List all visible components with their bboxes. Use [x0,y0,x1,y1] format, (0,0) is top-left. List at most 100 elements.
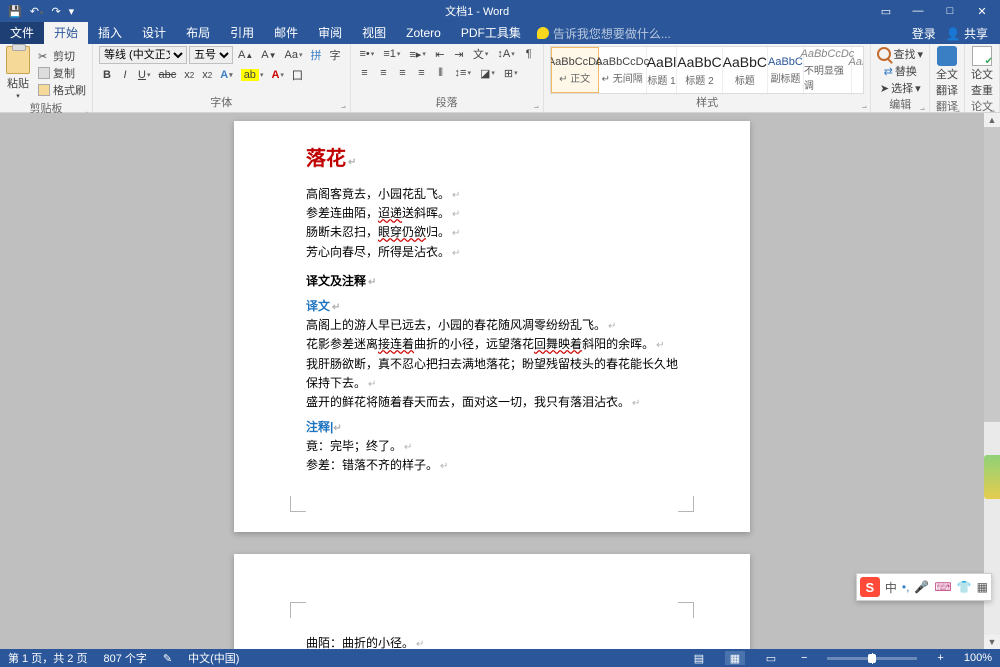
justify-button[interactable]: ≡ [414,65,430,81]
tab-file[interactable]: 文件 [0,22,44,44]
qat-more-icon[interactable]: ▾ [69,5,75,18]
plagiarism-button[interactable]: ✔ 论文 查重 [971,46,993,98]
vertical-scrollbar[interactable]: ▲ ▼ [984,113,1000,649]
underline-button[interactable]: U [135,67,153,83]
bullets-button[interactable]: ≡• [357,46,378,62]
find-button[interactable]: 查找 ▾ [877,46,923,62]
cut-button[interactable]: ✂剪切 [38,48,86,64]
scroll-up-icon[interactable]: ▲ [984,113,1000,127]
style-item[interactable]: AaBbCcDc↵ 无间隔 [599,47,647,93]
tab-view[interactable]: 视图 [352,22,396,44]
ime-toolbar[interactable]: S 中 •, 🎤 ⌨ 👕 ▦ [856,573,992,601]
style-item[interactable]: AaBbC标题 2 [677,47,722,93]
document-check-icon: ✔ [972,46,992,66]
word-count[interactable]: 807 个字 [103,650,146,666]
close-icon[interactable]: ✕ [968,5,996,18]
style-item[interactable]: AaBbCcDc不明显强调 [804,47,852,93]
strike-button[interactable]: abc [155,67,179,83]
translate-button[interactable]: 全文 翻译 [936,46,958,98]
page-indicator[interactable]: 第 1 页，共 2 页 [8,650,87,666]
side-widget[interactable] [984,455,1000,499]
format-painter-button[interactable]: 格式刷 [38,82,86,98]
sort-button[interactable]: ↕A [494,46,517,62]
read-mode-button[interactable]: ▤ [689,651,709,665]
tab-zotero[interactable]: Zotero [396,22,451,44]
style-item[interactable]: AaBbC标题 [723,47,768,93]
tab-pdftools[interactable]: PDF工具集 [451,22,531,44]
enclose-char-button[interactable]: 字 [327,47,344,63]
ime-punct-toggle[interactable]: •, [902,580,910,594]
align-right-button[interactable]: ≡ [395,65,411,81]
document-area[interactable]: 落花 高阁客竟去，小园花乱飞。参差连曲陌，迢递送斜晖。肠断未忍扫，眼穿仍欲归。芳… [0,113,984,649]
signin-link[interactable]: 登录 [912,25,936,42]
style-gallery[interactable]: AaBbCcDc↵ 正文AaBbCcDc↵ 无间隔AaBl标题 1AaBbC标题… [550,46,865,94]
font-name-select[interactable]: 等线 (中文正文 [99,46,187,64]
scroll-down-icon[interactable]: ▼ [984,635,1000,649]
font-color-button[interactable]: A [268,67,286,83]
copy-button[interactable]: 复制 [38,65,86,81]
tab-mailings[interactable]: 邮件 [264,22,308,44]
asian-layout-button[interactable]: 文 [470,46,492,62]
sogou-logo-icon[interactable]: S [860,577,880,597]
ime-voice-icon[interactable]: 🎤 [914,580,929,594]
tab-insert[interactable]: 插入 [88,22,132,44]
web-layout-button[interactable]: ▭ [761,651,781,665]
bold-button[interactable]: B [99,67,115,83]
maximize-icon[interactable]: □ [936,5,964,17]
align-center-button[interactable]: ≡ [376,65,392,81]
ime-menu-icon[interactable]: ▦ [977,580,988,594]
ime-lang-toggle[interactable]: 中 [885,579,897,596]
replace-button[interactable]: ⇄替换 [884,63,917,79]
redo-icon[interactable]: ↷ [51,5,60,18]
tab-review[interactable]: 审阅 [308,22,352,44]
ime-keyboard-icon[interactable]: ⌨ [934,580,951,594]
grow-font-button[interactable]: A▲ [235,47,256,63]
language-indicator[interactable]: 中文(中国) [188,650,239,666]
align-left-button[interactable]: ≡ [357,65,373,81]
style-item[interactable]: AaBbCcDc强调 [852,47,865,93]
style-item[interactable]: AaBbC副标题 [768,47,804,93]
superscript-button[interactable]: x2 [199,67,215,83]
print-layout-button[interactable]: ▦ [725,651,745,665]
style-item[interactable]: AaBl标题 1 [647,47,678,93]
highlight-button[interactable]: ab [238,67,267,83]
minimize-icon[interactable]: — [904,5,932,17]
ribbon-options-icon[interactable]: ▭ [872,5,900,18]
subscript-button[interactable]: x2 [181,67,197,83]
tab-home[interactable]: 开始 [44,22,88,44]
share-button[interactable]: 👤 共享 [946,25,988,42]
shrink-font-button[interactable]: A▼ [258,47,279,63]
save-icon[interactable]: 💾 [8,5,22,18]
italic-button[interactable]: I [117,67,133,83]
char-border-button[interactable]: 囗 [289,67,306,83]
scrollbar-thumb[interactable] [984,127,1000,422]
tab-layout[interactable]: 布局 [176,22,220,44]
proofing-icon[interactable]: ✎ [163,652,172,665]
zoom-knob[interactable] [868,654,876,663]
tell-me-search[interactable]: 告诉我您想要做什么... [537,25,671,42]
zoom-out-button[interactable]: − [797,652,811,664]
borders-button[interactable]: ⊞ [501,65,521,81]
ime-skin-icon[interactable]: 👕 [957,580,972,594]
phonetic-guide-button[interactable]: 拼 [308,47,325,63]
font-size-select[interactable]: 五号 [189,46,233,64]
paste-button[interactable]: 粘贴 ▾ [6,46,30,100]
increase-indent-button[interactable]: ⇥ [451,46,467,62]
zoom-level[interactable]: 100% [964,652,992,664]
show-marks-button[interactable]: ¶ [521,46,537,62]
undo-icon[interactable]: ↶ [30,5,44,18]
shading-button[interactable]: ◪ [477,65,498,81]
multilevel-button[interactable]: ≡▸ [406,46,428,62]
decrease-indent-button[interactable]: ⇤ [432,46,448,62]
text-effects-button[interactable]: A [217,67,235,83]
zoom-in-button[interactable]: + [933,652,947,664]
select-button[interactable]: ➤选择 ▾ [880,80,921,96]
change-case-button[interactable]: Aa [282,47,306,63]
tab-references[interactable]: 引用 [220,22,264,44]
style-item[interactable]: AaBbCcDc↵ 正文 [551,47,599,93]
distribute-button[interactable]: ⫴ [433,65,449,81]
line-spacing-button[interactable]: ↕≡ [452,65,474,81]
numbering-button[interactable]: ≡1 [380,46,403,62]
zoom-slider[interactable] [827,657,917,660]
tab-design[interactable]: 设计 [132,22,176,44]
